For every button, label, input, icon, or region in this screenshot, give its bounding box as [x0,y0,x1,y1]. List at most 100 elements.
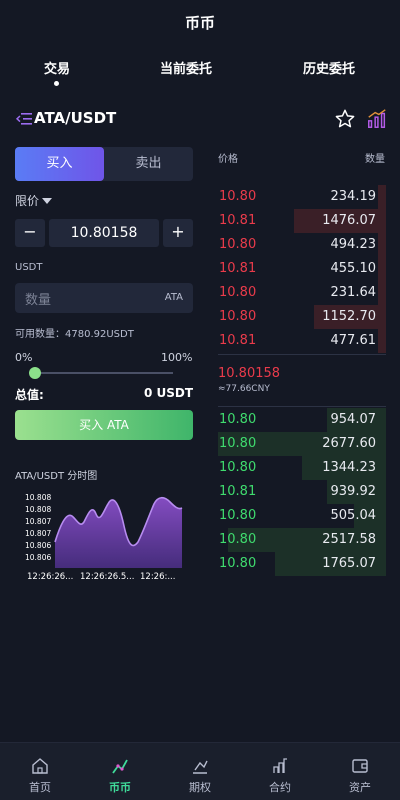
bid-row[interactable]: 10.80 505.04 [218,504,386,528]
price-decrease-button[interactable]: − [15,219,45,247]
ask-row[interactable]: 10.80 1152.70 [218,305,386,329]
last-price-cny: ≈77.66CNY [218,384,270,394]
x-tick: 12:26:... [140,572,175,582]
bid-row[interactable]: 10.80 954.07 [218,408,386,432]
ask-qty: 455.10 [330,261,377,276]
bid-price: 10.80 [219,412,257,427]
x-tick: 12:26:26... [27,572,73,582]
tab-history-orders[interactable]: 历史委托 [279,58,379,77]
buy-sell-toggle: 买入 卖出 [15,147,193,181]
bid-price: 10.80 [219,532,257,547]
last-price: 10.80158 [218,366,281,381]
nav-label: 合约 [269,781,291,794]
bid-qty: 2517.58 [322,532,376,547]
price-input[interactable]: 10.80158 [49,219,159,247]
y-tick: 10.806 [25,541,51,550]
nav-label: 币币 [109,781,131,794]
y-tick: 10.806 [25,553,51,562]
ask-row[interactable]: 10.80 234.19 [218,185,386,209]
ask-qty: 1476.07 [322,213,376,228]
tab-trade-label: 交易 [43,62,70,77]
ask-price: 10.80 [219,309,257,324]
ask-price: 10.81 [219,213,257,228]
ask-qty: 234.19 [330,189,377,204]
quantity-unit: ATA [164,292,183,303]
divider [218,406,386,407]
pair-header: ATA/USDT [16,108,386,132]
order-type-label: 限价 [15,194,40,208]
bid-row[interactable]: 10.80 1344.23 [218,456,386,480]
submit-buy-button[interactable]: 买入 ATA [15,410,193,440]
order-type-select[interactable]: 限价 [15,192,53,209]
slider-max-label: 100% [161,351,193,364]
active-tab-indicator [54,81,59,86]
star-icon[interactable] [334,108,356,130]
top-tabs: 交易 当前委托 历史委托 [0,58,400,90]
total-label: 总值: [15,388,44,402]
bid-row[interactable]: 10.80 2677.60 [218,432,386,456]
bid-qty: 939.92 [330,484,377,499]
bid-price: 10.80 [219,460,257,475]
wallet-icon [352,759,368,773]
bid-qty: 1344.23 [322,460,376,475]
mini-chart-title: ATA/USDT 分时图 [15,471,98,482]
bid-qty: 954.07 [330,412,377,427]
nav-item-options[interactable]: 期权 [160,743,240,800]
tab-current-orders-label: 当前委托 [159,62,212,77]
ask-row[interactable]: 10.81 455.10 [218,257,386,281]
ask-price: 10.80 [219,285,257,300]
ask-price: 10.81 [219,333,257,348]
time-share-chart: 10.808 10.808 10.807 10.807 10.806 10.80… [25,493,183,582]
bid-qty: 2677.60 [322,436,376,451]
price-stepper: − 10.80158 + [15,219,193,247]
sell-button[interactable]: 卖出 [104,147,193,181]
bid-price: 10.80 [219,508,257,523]
home-icon [32,758,48,774]
menu-switch-icon[interactable] [16,112,32,126]
nav-item-home[interactable]: 首页 [0,743,80,800]
nav-item-coin-trade[interactable]: 币币 [80,743,160,800]
price-increase-button[interactable]: + [163,219,193,247]
buy-button[interactable]: 买入 [15,147,104,181]
y-tick: 10.807 [25,517,51,526]
pair-name[interactable]: ATA/USDT [34,109,116,127]
tab-current-orders[interactable]: 当前委托 [136,58,236,77]
contract-icon [273,758,287,773]
nav-item-contract[interactable]: 合约 [240,743,320,800]
coin-trade-icon [112,759,128,774]
ask-depth-bar [378,233,386,257]
ask-price: 10.80 [219,237,257,252]
nav-label: 资产 [349,781,371,794]
percent-slider-thumb[interactable] [29,367,41,379]
slider-min-label: 0% [15,351,33,364]
quantity-placeholder: 数量 [25,293,52,308]
tab-history-orders-label: 历史委托 [302,62,355,77]
ask-depth-bar [378,329,386,353]
nav-item-assets[interactable]: 资产 [320,743,400,800]
ask-qty: 477.61 [330,333,377,348]
x-tick: 12:26:26.5... [80,572,134,582]
caret-down-icon [42,198,53,204]
nav-label: 期权 [189,781,211,794]
ask-depth-bar [378,257,386,281]
bid-price: 10.80 [219,436,257,451]
ask-row[interactable]: 10.80 231.64 [218,281,386,305]
ask-qty: 494.23 [330,237,377,252]
percent-slider-track[interactable] [33,372,173,374]
chart-icon[interactable] [366,108,388,130]
options-icon [193,760,208,774]
ask-depth-bar [378,281,386,305]
tab-trade[interactable]: 交易 [7,58,107,86]
bid-row[interactable]: 10.81 939.92 [218,480,386,504]
bid-row[interactable]: 10.80 2517.58 [218,528,386,552]
available-balance: 可用数量：4780.92USDT [15,329,134,340]
quantity-input[interactable]: 数量 ATA [15,283,193,313]
ask-row[interactable]: 10.81 1476.07 [218,209,386,233]
ask-row[interactable]: 10.80 494.23 [218,233,386,257]
bid-row[interactable]: 10.80 1765.07 [218,552,386,576]
ask-row[interactable]: 10.81 477.61 [218,329,386,353]
total-value: 0 USDT [143,386,193,400]
page-title: 币币 [184,14,215,32]
currency-label: USDT [15,262,43,273]
y-tick: 10.808 [25,505,51,514]
